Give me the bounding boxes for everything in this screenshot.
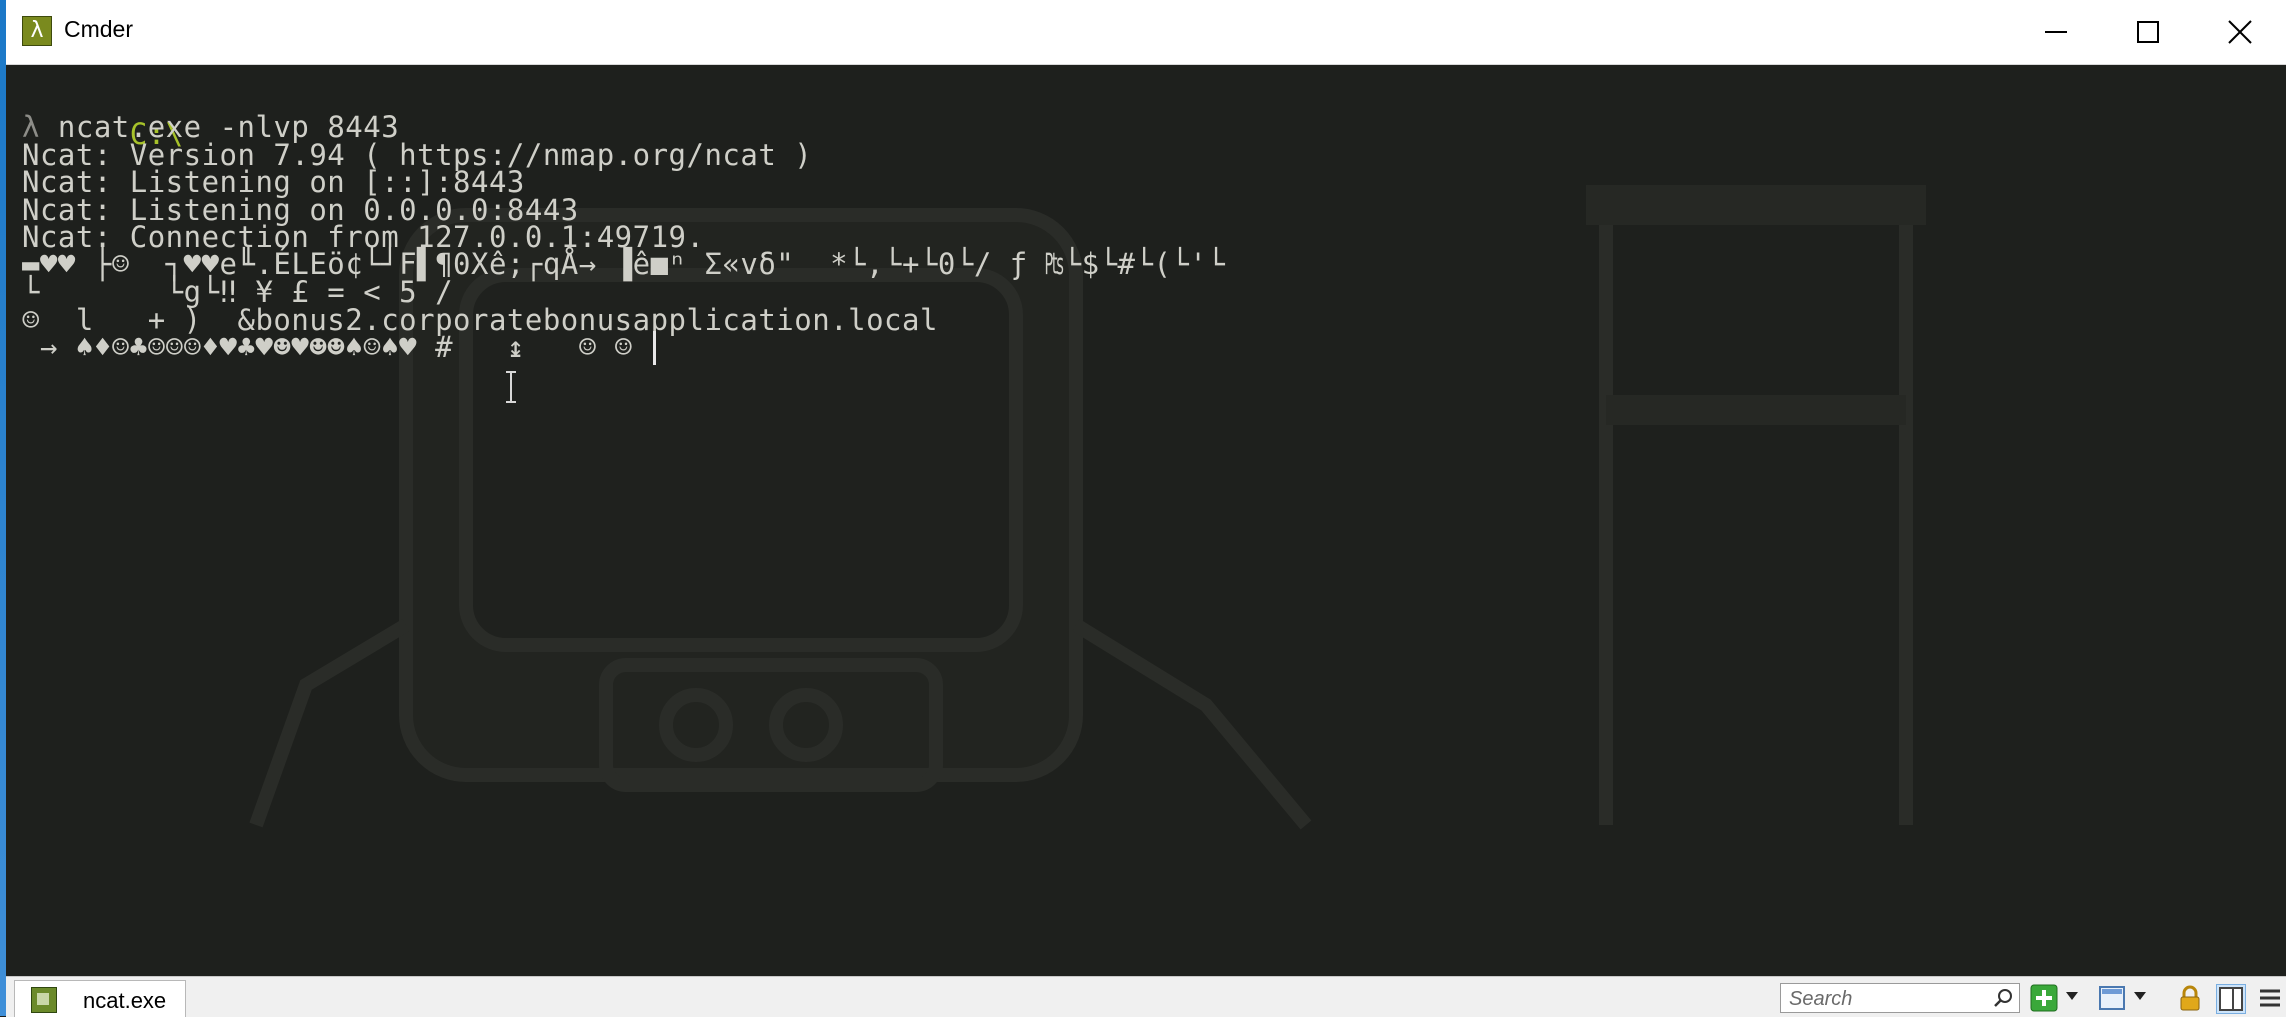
status-bar: ncat.exe xyxy=(6,976,2286,1017)
lock-icon[interactable] xyxy=(2176,984,2204,1012)
tab-label: ncat.exe xyxy=(83,988,167,1013)
tab-ncat[interactable]: ncat.exe xyxy=(14,980,186,1017)
terminal-output[interactable]: C:\ λ ncat.exe -nlvp 8443 Ncat: Version … xyxy=(6,65,2286,976)
minimize-icon xyxy=(2045,31,2067,33)
ibeam-cursor-icon xyxy=(506,371,516,403)
new-console-icon[interactable] xyxy=(2030,984,2058,1012)
dropdown-icon[interactable] xyxy=(2134,992,2146,1000)
search-input[interactable] xyxy=(1787,986,1987,1012)
console-icon xyxy=(31,987,57,1013)
maximize-button[interactable] xyxy=(2102,0,2194,64)
text-cursor xyxy=(653,331,656,365)
split-view-icon[interactable] xyxy=(2216,984,2246,1014)
close-button[interactable] xyxy=(2194,0,2286,64)
layout-icon[interactable] xyxy=(2098,984,2126,1012)
maximize-icon xyxy=(2137,21,2159,43)
close-icon xyxy=(2228,20,2252,44)
output-line: → ♠♦☺♣☺☺☺♦♥♣♥☻♥☻☻♠☺♠♥ # ↨ ☺ ☺ xyxy=(22,330,633,364)
window-title: Cmder xyxy=(64,16,134,42)
lambda-icon[interactable]: λ xyxy=(22,16,52,46)
search-field[interactable] xyxy=(1780,983,2020,1013)
menu-icon[interactable] xyxy=(2256,984,2284,1012)
search-icon[interactable] xyxy=(1993,988,2013,1008)
cmder-window: λ Cmder C:\ λ ncat.exe -nlvp 8443 Ncat: … xyxy=(0,0,2286,1017)
dropdown-icon[interactable] xyxy=(2066,992,2078,1000)
minimize-button[interactable] xyxy=(2010,0,2102,64)
title-bar[interactable]: λ Cmder xyxy=(6,0,2286,65)
